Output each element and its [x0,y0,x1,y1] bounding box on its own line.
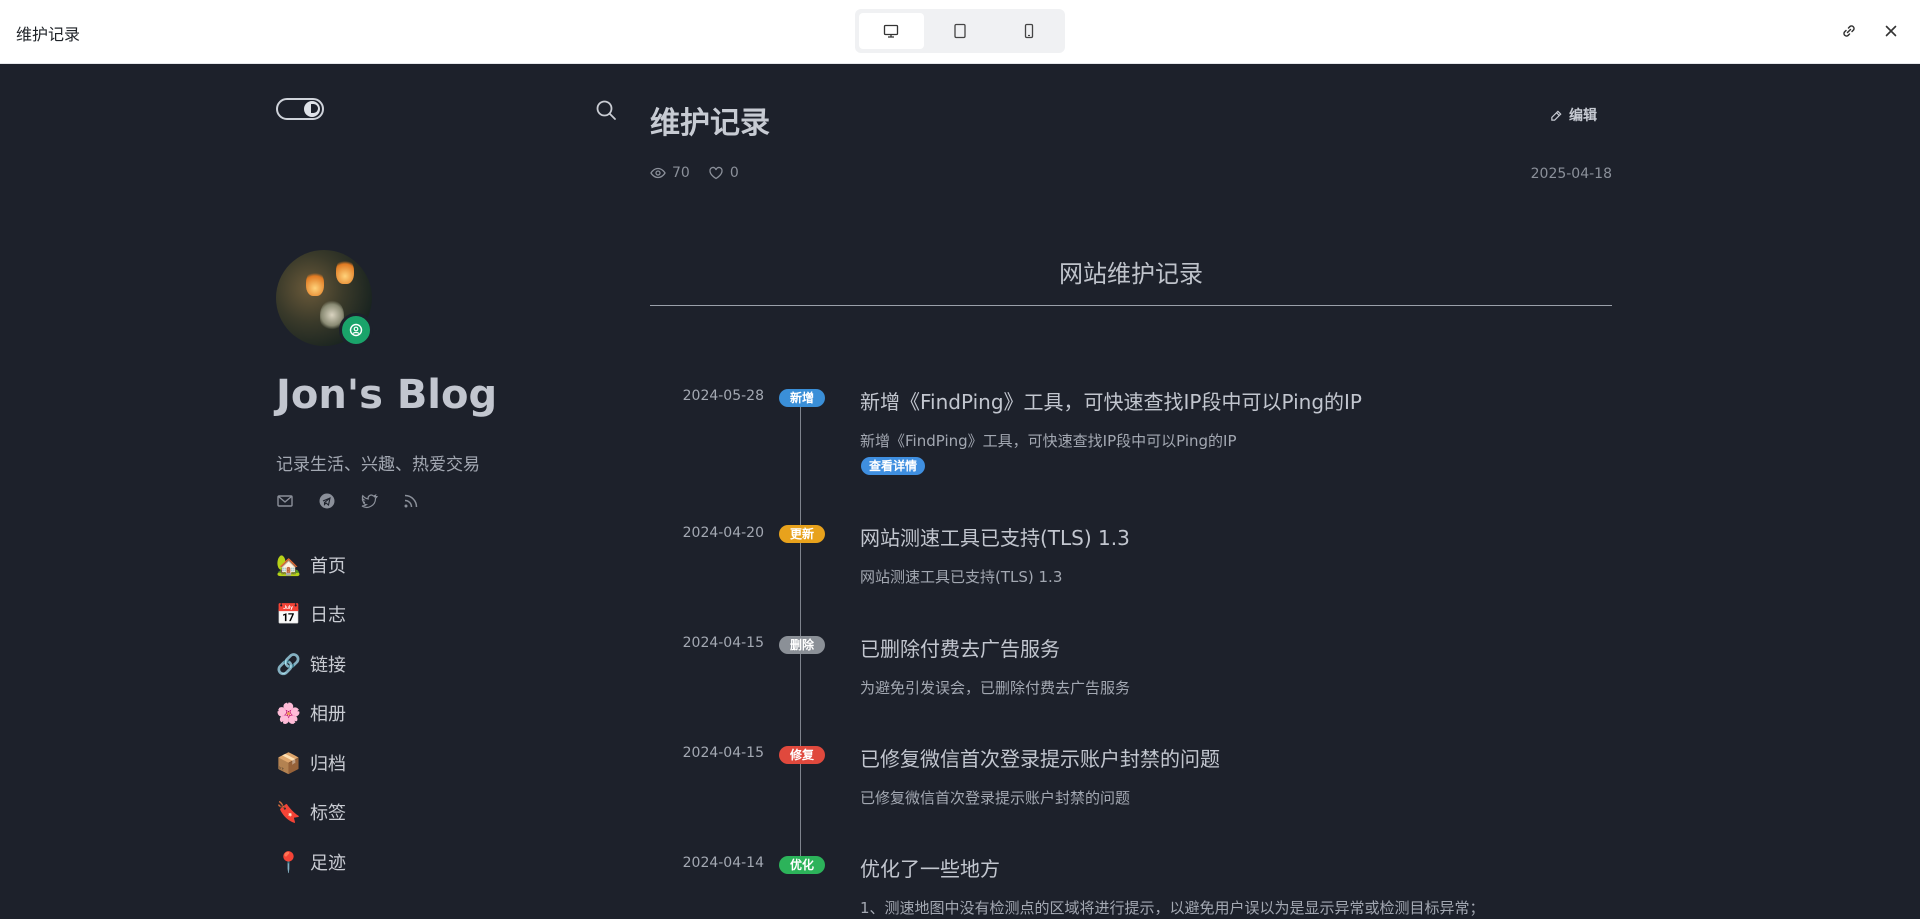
sidebar-item-album[interactable]: 🌸 相册 [276,689,346,739]
timeline-badge: 删除 [779,636,825,654]
sidebar-nav: 🏡 首页 📅 日志 🔗 链接 🌸 相册 📦 归档 🔖 标签 📍 足迹 [276,540,346,887]
like-count-value: 0 [729,165,739,181]
device-switch [855,9,1065,53]
view-details-button[interactable]: 查看详情 [861,457,926,475]
album-icon: 🌸 [276,701,301,726]
timeline-date: 2024-04-14 [682,855,764,871]
tablet-view-button[interactable] [928,13,993,49]
home-icon: 🏡 [276,552,301,577]
timeline-date: 2024-04-15 [682,745,764,761]
sidebar-item-footprints[interactable]: 📍 足迹 [276,837,346,887]
timeline-title: 优化了一些地方 [860,857,1000,881]
tablet-icon [954,23,966,39]
mobile-view-button[interactable] [996,13,1061,49]
sidebar-item-label: 首页 [310,555,346,577]
view-count-value: 70 [672,165,690,181]
edit-icon [1551,109,1562,121]
timeline-date: 2024-04-20 [682,525,764,541]
timeline-desc: 为避免引发误会，已删除付费去广告服务 [860,679,1131,697]
twitter-icon[interactable] [360,492,378,510]
timeline-badge: 新增 [779,389,825,407]
sidebar-item-label: 日志 [310,605,346,627]
post-date: 2025-04-18 [1530,166,1612,182]
copy-link-button[interactable] [1838,20,1860,42]
email-icon[interactable] [276,492,294,510]
timeline-desc: 新增《FindPing》工具，可快速查找IP段中可以Ping的IP [860,432,1237,450]
timeline-title: 网站测速工具已支持(TLS) 1.3 [860,526,1130,550]
timeline-date: 2024-04-15 [682,635,764,651]
like-count[interactable]: 0 [708,165,739,181]
desktop-view-button[interactable] [859,13,924,49]
timeline-desc: 已修复微信首次登录提示账户封禁的问题 [860,789,1131,807]
archive-icon: 📦 [276,750,301,775]
user-badge-icon [339,313,373,347]
sidebar-item-label: 归档 [310,753,346,775]
desktop-icon [884,24,899,38]
timeline-title: 已删除付费去广告服务 [860,637,1060,661]
link-icon: 🔗 [276,651,301,676]
sidebar-item-label: 链接 [310,654,346,676]
journal-icon: 📅 [276,602,301,627]
eye-icon [650,167,666,179]
timeline-badge: 优化 [779,856,825,874]
sidebar-item-links[interactable]: 🔗 链接 [276,639,346,689]
sidebar-item-home[interactable]: 🏡 首页 [276,540,346,590]
window-title: 维护记录 [16,25,81,44]
search-icon[interactable] [594,98,618,122]
sidebar-item-label: 标签 [310,803,346,825]
timeline-title: 已修复微信首次登录提示账户封禁的问题 [860,747,1220,771]
timeline-desc: 1、测速地图中没有检测点的区域将进行提示，以避免用户误以为是显示异常或检测目标异… [860,899,1485,917]
timeline-date: 2024-05-28 [682,388,764,404]
map-pin-icon: 📍 [276,849,301,874]
rss-icon[interactable] [402,492,420,510]
sidebar-item-journal[interactable]: 📅 日志 [276,590,346,640]
sidebar-item-archive[interactable]: 📦 归档 [276,738,346,788]
view-count: 70 [650,165,690,181]
page-title: 维护记录 [650,106,770,141]
social-links [276,492,420,510]
telegram-icon[interactable] [318,492,336,510]
top-bar: 维护记录 [0,0,1920,64]
post-stats: 70 0 [650,165,739,181]
section-title: 网站维护记录 [1059,260,1203,288]
edit-button[interactable]: 编辑 [1550,105,1597,125]
theme-toggle[interactable] [276,98,324,120]
heart-icon [709,166,723,180]
sidebar-item-label: 相册 [310,704,346,726]
section-divider [650,305,1612,306]
link-icon [1843,25,1855,37]
sidebar-item-tags[interactable]: 🔖 标签 [276,788,346,838]
timeline-badge: 更新 [779,525,825,543]
mobile-icon [1024,23,1033,39]
blog-name: Jon's Blog [276,372,498,418]
edit-label: 编辑 [1569,108,1597,124]
close-button[interactable] [1880,20,1902,42]
timeline-badge: 修复 [779,746,825,764]
blog-slogan: 记录生活、兴趣、热爱交易 [276,455,480,475]
bookmark-icon: 🔖 [276,800,301,825]
timeline-line [800,400,801,860]
close-icon [1885,25,1897,37]
timeline-title: 新增《FindPing》工具，可快速查找IP段中可以Ping的IP [860,390,1362,414]
sidebar-item-label: 足迹 [310,852,346,874]
timeline-desc: 网站测速工具已支持(TLS) 1.3 [860,568,1063,586]
moon-icon [304,101,320,117]
